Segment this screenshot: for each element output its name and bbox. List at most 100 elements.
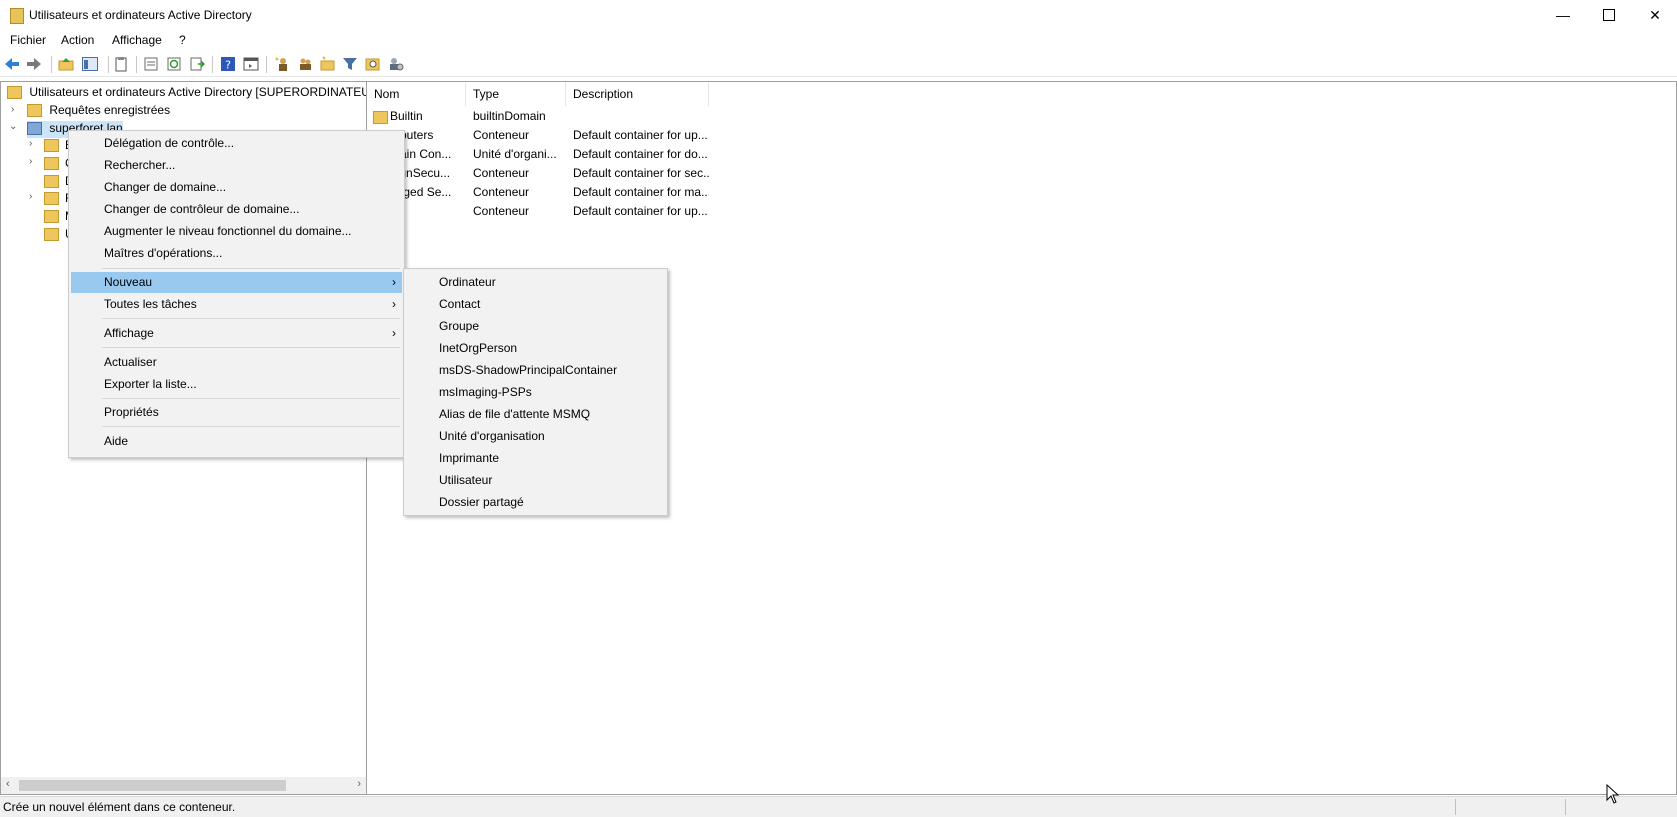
delegate-icon[interactable] — [388, 56, 404, 72]
tree-item-saved-queries[interactable]: Requêtes enregistrées — [27, 103, 170, 120]
menu-item-label: Utilisateur — [439, 473, 493, 487]
menu-affichage[interactable]: Affichage — [112, 33, 162, 47]
menu-item-maitres-operations[interactable]: Maîtres d'opérations... — [71, 243, 402, 264]
chevron-right-icon[interactable]: › — [11, 104, 14, 115]
menu-item-label: msImaging-PSPs — [439, 385, 532, 399]
chevron-right-icon: › — [392, 275, 396, 289]
forward-arrow-icon[interactable] — [26, 56, 42, 72]
tree-root[interactable]: Utilisateurs et ordinateurs Active Direc… — [7, 85, 366, 102]
submenu-item-unite-organisation[interactable]: Unité d'organisation — [406, 426, 665, 447]
folder-icon — [44, 175, 59, 189]
show-tree-icon[interactable] — [82, 56, 98, 72]
submenu-item-shadow-principal[interactable]: msDS-ShadowPrincipalContainer — [406, 360, 665, 381]
menu-item-rechercher[interactable]: Rechercher... — [71, 155, 402, 176]
submenu-nouveau: Ordinateur Contact Groupe InetOrgPerson … — [403, 268, 668, 516]
title-bar: Utilisateurs et ordinateurs Active Direc… — [0, 0, 1677, 30]
row-type: builtinDomain — [473, 109, 546, 123]
chevron-down-icon[interactable]: ⌄ — [9, 121, 17, 132]
submenu-item-ordinateur[interactable]: Ordinateur — [406, 272, 665, 293]
submenu-item-groupe[interactable]: Groupe — [406, 316, 665, 337]
close-icon: ✕ — [1649, 6, 1661, 23]
close-button[interactable]: ✕ — [1632, 0, 1677, 30]
submenu-item-msimaging[interactable]: msImaging-PSPs — [406, 382, 665, 403]
row-description: Default container for ma... — [573, 185, 709, 199]
menu-item-delegation[interactable]: Délégation de contrôle... — [71, 133, 402, 154]
new-ou-icon[interactable] — [320, 56, 336, 72]
table-row[interactable]: Builtin builtinDomain — [367, 109, 709, 128]
row-type: Unité d'organi... — [473, 147, 557, 161]
scrollbar-thumb[interactable] — [19, 780, 286, 791]
table-row[interactable]: eignSecu... Conteneur Default container … — [367, 166, 709, 185]
back-arrow-icon[interactable] — [4, 56, 20, 72]
tree-item-label: Requêtes enregistrées — [49, 103, 171, 117]
menu-item-label: msDS-ShadowPrincipalContainer — [439, 363, 618, 377]
menu-action[interactable]: Action — [61, 33, 94, 47]
ad-root-icon — [7, 86, 22, 100]
chevron-right-icon[interactable]: › — [29, 138, 32, 149]
scroll-right-icon[interactable]: › — [357, 778, 361, 790]
up-folder-icon[interactable] — [58, 56, 74, 72]
status-bar: Crée un nouvel élément dans ce conteneur… — [0, 796, 1677, 817]
menu-item-affichage[interactable]: Affichage › — [71, 323, 402, 344]
menu-item-label: Alias de file d'attente MSMQ — [439, 407, 591, 421]
row-description: Default container for sec... — [573, 166, 709, 180]
table-row[interactable]: mputers Conteneur Default container for … — [367, 128, 709, 147]
menu-item-toutes-taches[interactable]: Toutes les tâches › — [71, 294, 402, 315]
help-icon[interactable]: ? — [220, 56, 236, 72]
table-row[interactable]: rs Conteneur Default container for up... — [367, 204, 709, 223]
row-type: Conteneur — [473, 185, 530, 199]
scroll-left-icon[interactable]: ‹ — [6, 778, 10, 790]
menu-item-label: Ordinateur — [439, 275, 496, 289]
status-divider — [1455, 799, 1456, 815]
properties-icon[interactable] — [143, 56, 159, 72]
menu-item-label: Aide — [104, 434, 129, 448]
toolbar-separator — [108, 56, 109, 73]
chevron-right-icon[interactable]: › — [29, 156, 32, 167]
minimize-button[interactable]: — — [1540, 0, 1586, 30]
horizontal-scrollbar[interactable]: ‹ › — [1, 777, 366, 794]
column-header-description[interactable]: Description — [566, 82, 709, 106]
menu-separator — [102, 347, 400, 348]
column-header-type[interactable]: Type — [466, 82, 566, 106]
clipboard-icon[interactable] — [113, 56, 129, 72]
menu-item-exporter[interactable]: Exporter la liste... — [71, 374, 402, 395]
submenu-item-contact[interactable]: Contact — [406, 294, 665, 315]
new-group-icon[interactable] — [297, 56, 313, 72]
menu-item-actualiser[interactable]: Actualiser — [71, 352, 402, 373]
menu-item-changer-domaine[interactable]: Changer de domaine... — [71, 177, 402, 198]
new-user-icon[interactable] — [274, 56, 290, 72]
minimize-icon: — — [1556, 7, 1570, 23]
row-description: Default container for do... — [573, 147, 708, 161]
table-row[interactable]: main Con... Unité d'organi... Default co… — [367, 147, 709, 166]
status-text: Crée un nouvel élément dans ce conteneur… — [3, 800, 236, 814]
menu-item-nouveau[interactable]: Nouveau › — [71, 272, 402, 293]
refresh-icon[interactable] — [166, 56, 182, 72]
menu-item-changer-controleur[interactable]: Changer de contrôleur de domaine... — [71, 199, 402, 220]
folder-icon — [44, 192, 59, 206]
chevron-right-icon[interactable]: › — [29, 191, 32, 202]
submenu-item-alias-msmq[interactable]: Alias de file d'attente MSMQ — [406, 404, 665, 425]
menu-item-augmenter-niveau[interactable]: Augmenter le niveau fonctionnel du domai… — [71, 221, 402, 242]
menu-item-label: Changer de domaine... — [104, 180, 227, 194]
submenu-item-utilisateur[interactable]: Utilisateur — [406, 470, 665, 491]
menu-item-proprietes[interactable]: Propriétés — [71, 402, 402, 423]
maximize-icon — [1603, 9, 1615, 21]
folder-icon — [44, 228, 59, 242]
filter-icon[interactable] — [342, 56, 358, 72]
submenu-item-inetorgperson[interactable]: InetOrgPerson — [406, 338, 665, 359]
submenu-item-imprimante[interactable]: Imprimante — [406, 448, 665, 469]
menu-fichier[interactable]: Fichier — [10, 33, 46, 47]
console-icon[interactable] — [243, 56, 259, 72]
chevron-right-icon: › — [392, 297, 396, 311]
submenu-item-dossier-partage[interactable]: Dossier partagé — [406, 492, 665, 513]
menu-help[interactable]: ? — [179, 33, 186, 47]
menu-item-aide[interactable]: Aide — [71, 431, 402, 452]
column-header-name[interactable]: Nom — [367, 82, 466, 106]
menu-item-label: Unité d'organisation — [439, 429, 545, 443]
export-list-icon[interactable] — [189, 56, 205, 72]
find-icon[interactable] — [365, 56, 381, 72]
menu-bar: Fichier Action Affichage ? — [0, 30, 1677, 51]
table-row[interactable]: naged Se... Conteneur Default container … — [367, 185, 709, 204]
status-divider — [1565, 799, 1566, 815]
maximize-button[interactable] — [1586, 0, 1632, 30]
